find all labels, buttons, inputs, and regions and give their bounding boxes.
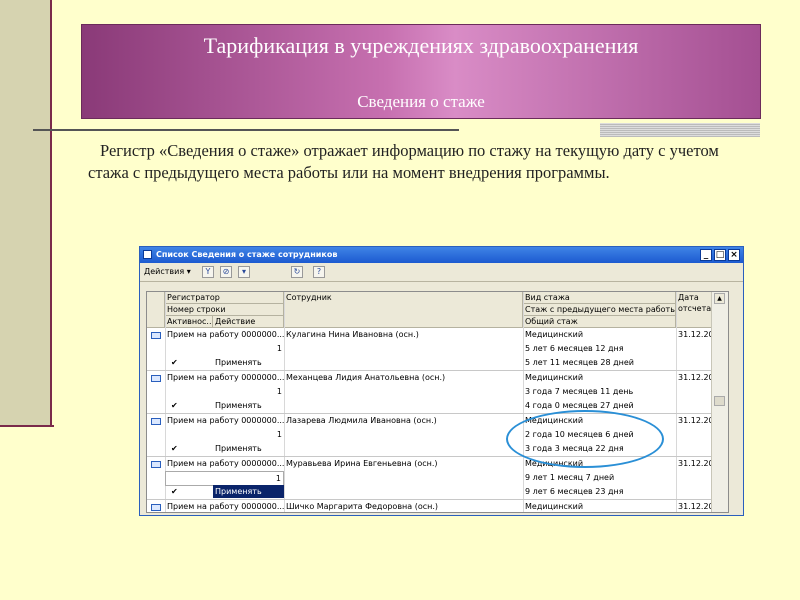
left-decor-bar [0,0,52,425]
refresh-icon[interactable]: ↻ [291,266,303,278]
slide-title: Тарификация в учреждениях здравоохранени… [203,33,639,58]
col-header-total-experience[interactable]: Общий стаж [523,316,676,328]
document-icon [151,504,161,511]
row-employee[interactable]: Шичко Маргарита Федоровна (осн.) [284,500,523,512]
row-date: 31.12.20... [678,416,713,425]
row-date: 31.12.20... [678,373,713,382]
row-registrator[interactable]: Прием на работу 0000000... [165,414,284,427]
left-decor-line [0,425,54,427]
row-experience-type: Медицинский [525,330,584,339]
col-header-prev-experience[interactable]: Стаж с предыдущего места работы [523,304,676,316]
slide-header: Тарификация в учреждениях здравоохранени… [81,24,761,119]
document-icon [151,332,161,339]
row-number: 1 [276,430,282,439]
row-employee[interactable]: Муравьева Ирина Евгеньевна (осн.) [284,457,523,470]
row-registrator[interactable]: Прием на работу 0000000... [165,457,284,470]
minimize-button[interactable]: _ [700,249,712,261]
slide-body-text: Регистр «Сведения о стаже» отражает инфо… [88,141,719,182]
col-header-experience-type[interactable]: Вид стажа [523,292,676,304]
vertical-scrollbar[interactable]: ▲ [711,292,728,512]
column-divider [676,292,677,512]
row-action-selected[interactable]: Применять [213,485,284,498]
column-divider [284,292,285,512]
window-toolbar: Действия ▾ Y ⊘ ▾ ↻ ? [140,263,743,282]
divider-line [33,129,459,131]
highlight-ellipse [506,410,664,468]
close-button[interactable]: × [728,249,740,261]
col-header-employee[interactable]: Сотрудник [284,292,523,328]
row-date: 31.12.20... [678,502,713,511]
row-number: 1 [276,344,282,353]
window-app-icon [143,250,152,259]
row-date: 31.12.20... [678,459,713,468]
active-check-icon[interactable]: ✔ [171,356,178,369]
help-icon[interactable]: ? [313,266,325,278]
row-registrator[interactable]: Прием на работу 0000000... [165,371,284,384]
row-prev-experience: 3 года 7 месяцев 11 день [525,387,634,396]
filter-icon[interactable]: Y [202,266,214,278]
row-date: 31.12.20... [678,330,713,339]
row-prev-experience: 5 лет 6 месяцев 12 дня [525,344,624,353]
col-header-date-sub: отсчета [678,304,712,313]
col-header-action[interactable]: Действие [213,316,284,328]
row-number: 1 [165,471,284,486]
row-action[interactable]: Применять [213,442,284,455]
document-icon [151,461,161,468]
row-employee[interactable]: Лазарева Людмила Ивановна (осн.) [284,414,523,427]
list-window: Список Сведения о стаже сотрудников _ □ … [139,246,744,516]
filter-settings-icon[interactable]: ▾ [238,266,250,278]
row-prev-experience: 9 лет 1 месяц 7 дней [525,473,615,482]
active-check-icon[interactable]: ✔ [171,442,178,455]
row-total-experience: 5 лет 11 месяцев 28 дней [525,358,634,367]
document-icon [151,375,161,382]
data-grid: Регистратор Номер строки Активнос... Дей… [146,291,729,513]
row-registrator[interactable]: Прием на работу 0000000... [165,500,284,512]
window-titlebar[interactable]: Список Сведения о стаже сотрудников _ □ … [140,247,743,263]
row-action[interactable]: Применять [213,399,284,412]
divider-pattern [600,123,760,137]
row-number: 1 [276,387,282,396]
actions-menu-button[interactable]: Действия ▾ [144,266,191,278]
filter-clear-icon[interactable]: ⊘ [220,266,232,278]
col-header-date-label: Дата [678,293,699,302]
row-action[interactable]: Применять [213,356,284,369]
row-total-experience: 9 лет 6 месяцев 23 дня [525,487,624,496]
active-check-icon[interactable]: ✔ [171,399,178,412]
document-icon [151,418,161,425]
maximize-button[interactable]: □ [714,249,726,261]
slide-subtitle: Сведения о стаже [357,92,485,111]
row-experience-type: Медицинский [525,373,584,382]
row-registrator[interactable]: Прием на работу 0000000... [165,328,284,341]
window-title: Список Сведения о стаже сотрудников [156,250,338,259]
active-check-icon[interactable]: ✔ [171,485,178,498]
scroll-up-icon[interactable]: ▲ [714,293,725,304]
row-experience-type: Медицинский [525,502,584,511]
col-header-date[interactable]: Дата отсчета [676,292,713,328]
col-header-active[interactable]: Активнос... [165,316,213,328]
col-header-registrator[interactable]: Регистратор [165,292,284,304]
scroll-thumb[interactable] [714,396,725,406]
row-employee[interactable]: Механцева Лидия Анатольевна (осн.) [284,371,523,384]
row-employee[interactable]: Кулагина Нина Ивановна (осн.) [284,328,523,341]
col-header-row-number[interactable]: Номер строки [165,304,284,316]
header-icon-column [147,292,165,328]
